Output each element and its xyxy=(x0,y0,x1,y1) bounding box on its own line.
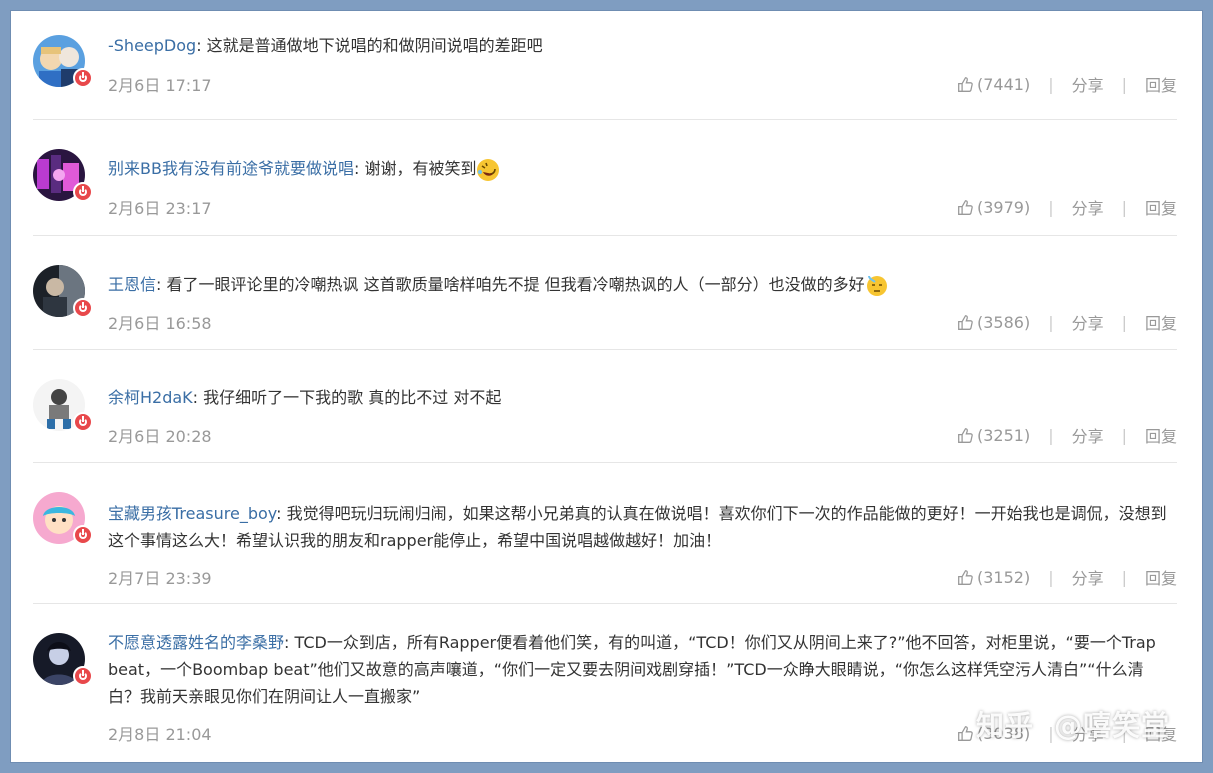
share-button[interactable]: 分享 xyxy=(1072,195,1104,219)
comment-text: 别来BB我有没有前途爷就要做说唱: 谢谢，有被笑到 xyxy=(108,155,1168,182)
thumbs-up-icon xyxy=(958,569,973,585)
share-button[interactable]: 分享 xyxy=(1072,423,1104,447)
divider: | xyxy=(1121,425,1127,445)
divider: | xyxy=(1048,197,1054,217)
reply-button[interactable]: 回复 xyxy=(1145,423,1177,447)
like-button[interactable]: (3979) xyxy=(957,198,1030,217)
comment-author-link[interactable]: 宝藏男孩Treasure_boy xyxy=(108,504,276,523)
like-button[interactable]: (3152) xyxy=(957,568,1030,587)
share-button[interactable]: 分享 xyxy=(1072,310,1104,334)
comment-text: 王恩信: 看了一眼评论里的冷嘲热讽 这首歌质量啥样咱先不提 但我看冷嘲热讽的人（… xyxy=(108,271,1168,298)
avatar[interactable] xyxy=(33,149,93,205)
divider: | xyxy=(1048,425,1054,445)
comment-body: 我仔细听了一下我的歌 真的比不过 对不起 xyxy=(198,388,502,407)
avatar[interactable] xyxy=(33,265,93,321)
share-button[interactable]: 分享 xyxy=(1072,72,1104,96)
avatar[interactable] xyxy=(33,379,93,435)
thumbs-up-icon xyxy=(958,76,973,92)
thumbs-up-icon xyxy=(958,199,973,215)
reply-button[interactable]: 回复 xyxy=(1145,565,1177,589)
divider: | xyxy=(1121,567,1127,587)
avatar[interactable] xyxy=(33,633,93,689)
sweat-face-emoji xyxy=(866,275,887,296)
comment-author-link[interactable]: -SheepDog xyxy=(108,36,196,55)
comment-actions: (3251) | 分享 | 回复 xyxy=(957,423,1177,447)
verified-badge-icon xyxy=(73,412,93,432)
like-button[interactable]: (3586) xyxy=(957,313,1030,332)
reply-button[interactable]: 回复 xyxy=(1145,72,1177,96)
reply-button[interactable]: 回复 xyxy=(1145,195,1177,219)
comment-date: 2月6日 20:28 xyxy=(108,427,212,446)
rolling-on-floor-laughing-emoji xyxy=(477,158,500,181)
comment-date: 2月8日 21:04 xyxy=(108,725,212,744)
comment-text: 不愿意透露姓名的李桑野: TCD一众到店，所有Rapper便看着他们笑，有的叫道… xyxy=(108,629,1168,710)
verified-badge-icon xyxy=(73,68,93,88)
comment-actions: (7441) | 分享 | 回复 xyxy=(957,72,1177,96)
like-count: (3251) xyxy=(976,425,1031,445)
comment-date: 2月6日 17:17 xyxy=(108,76,212,95)
comment-text: 宝藏男孩Treasure_boy: 我觉得吧玩归玩闹归闹，如果这帮小兄弟真的认真… xyxy=(108,500,1168,554)
comment-item: -SheepDog: 这就是普通做地下说唱的和做阴间说唱的差距吧 2月6日 17… xyxy=(33,11,1177,120)
comment-actions: (3979) | 分享 | 回复 xyxy=(957,195,1177,219)
comment-actions: (3586) | 分享 | 回复 xyxy=(957,310,1177,334)
comment-item: 别来BB我有没有前途爷就要做说唱: 谢谢，有被笑到 2月6日 23:17 (39… xyxy=(33,119,1177,236)
comment-item: 宝藏男孩Treasure_boy: 我觉得吧玩归玩闹归闹，如果这帮小兄弟真的认真… xyxy=(33,462,1177,604)
verified-badge-icon xyxy=(73,182,93,202)
comment-author-link[interactable]: 不愿意透露姓名的李桑野 xyxy=(108,633,284,652)
comment-text: 余柯H2daK: 我仔细听了一下我的歌 真的比不过 对不起 xyxy=(108,384,1168,411)
share-button[interactable]: 分享 xyxy=(1072,565,1104,589)
thumbs-up-icon xyxy=(958,427,973,443)
comment-author-link[interactable]: 余柯H2daK xyxy=(108,388,193,407)
like-count: (3586) xyxy=(976,312,1031,332)
comment-text: -SheepDog: 这就是普通做地下说唱的和做阴间说唱的差距吧 xyxy=(108,32,1168,59)
divider: | xyxy=(1121,312,1127,332)
like-count: (3979) xyxy=(976,197,1031,217)
avatar[interactable] xyxy=(33,492,93,548)
comment-item: 余柯H2daK: 我仔细听了一下我的歌 真的比不过 对不起 2月6日 20:28… xyxy=(33,349,1177,463)
comment-body: 谢谢，有被笑到 xyxy=(359,159,477,178)
comment-panel: -SheepDog: 这就是普通做地下说唱的和做阴间说唱的差距吧 2月6日 17… xyxy=(10,10,1203,763)
divider: | xyxy=(1048,74,1054,94)
verified-badge-icon xyxy=(73,525,93,545)
watermark: 知乎 @嘻笑堂 xyxy=(976,704,1170,744)
divider: | xyxy=(1048,312,1054,332)
comment-author-link[interactable]: 王恩信 xyxy=(108,275,156,294)
watermark-brand: 知乎 xyxy=(975,709,1034,742)
thumbs-up-icon xyxy=(958,314,973,330)
comment-body: 这就是普通做地下说唱的和做阴间说唱的差距吧 xyxy=(201,36,543,55)
verified-badge-icon xyxy=(73,666,93,686)
comment-body: 看了一眼评论里的冷嘲热讽 这首歌质量啥样咱先不提 但我看冷嘲热讽的人（一部分）也… xyxy=(161,275,865,294)
comment-date: 2月6日 23:17 xyxy=(108,199,212,218)
comment-date: 2月7日 23:39 xyxy=(108,569,212,588)
thumbs-up-icon xyxy=(958,725,973,741)
like-button[interactable]: (7441) xyxy=(957,75,1030,94)
comment-item: 王恩信: 看了一眼评论里的冷嘲热讽 这首歌质量啥样咱先不提 但我看冷嘲热讽的人（… xyxy=(33,235,1177,350)
divider: | xyxy=(1121,74,1127,94)
like-count: (3152) xyxy=(976,567,1031,587)
comment-author-link[interactable]: 别来BB我有没有前途爷就要做说唱 xyxy=(108,159,354,178)
comment-actions: (3152) | 分享 | 回复 xyxy=(957,565,1177,589)
divider: | xyxy=(1121,197,1127,217)
comment-date: 2月6日 16:58 xyxy=(108,314,212,333)
like-button[interactable]: (3251) xyxy=(957,426,1030,445)
like-count: (7441) xyxy=(976,74,1031,94)
divider: | xyxy=(1048,567,1054,587)
verified-badge-icon xyxy=(73,298,93,318)
reply-button[interactable]: 回复 xyxy=(1145,310,1177,334)
avatar[interactable] xyxy=(33,35,93,91)
watermark-handle: @嘻笑堂 xyxy=(1053,709,1170,742)
